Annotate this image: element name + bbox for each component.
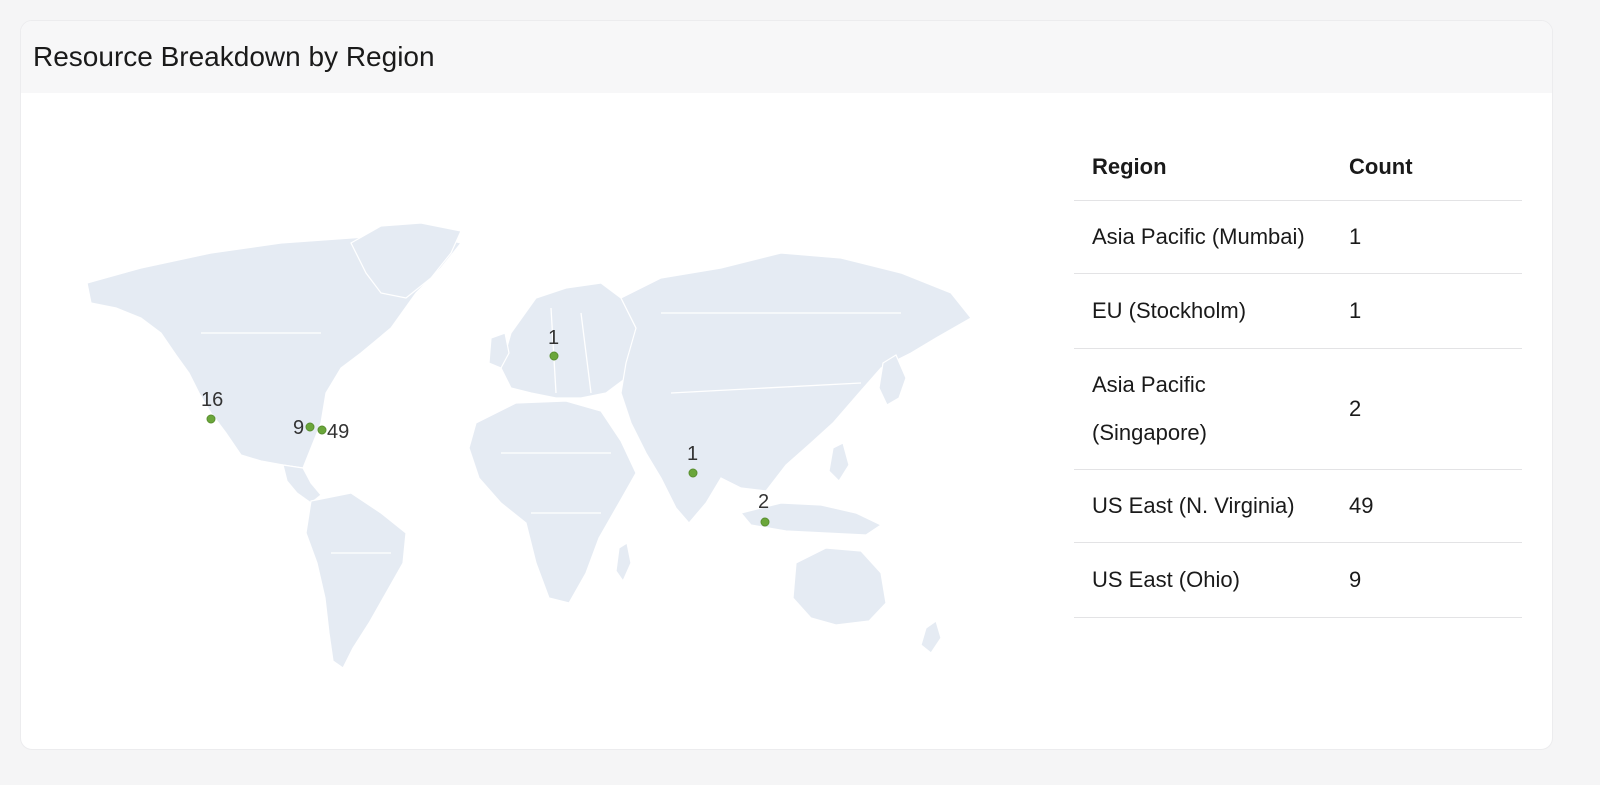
- land-philippines: [828, 442, 850, 482]
- land-australia: [792, 547, 887, 626]
- table-row: Asia Pacific (Singapore) 2: [1074, 348, 1522, 470]
- map-marker-ap-mumbai[interactable]: 1: [687, 443, 698, 478]
- land-central-america: [282, 464, 322, 504]
- count-cell: 1: [1331, 200, 1522, 274]
- table-header-row: Region Count: [1074, 133, 1522, 201]
- land-africa: [468, 400, 637, 604]
- land-asia: [620, 252, 972, 524]
- world-map-svg[interactable]: 16 9 49 1 1 2: [21, 93, 1021, 733]
- region-cell: Asia Pacific (Mumbai): [1074, 200, 1331, 274]
- resource-breakdown-card: Resource Breakdown by Region 16 9 49 1 1…: [20, 20, 1553, 750]
- region-cell: US East (Ohio): [1074, 542, 1331, 618]
- region-table: Region Count Asia Pacific (Mumbai) 1 EU …: [1074, 133, 1522, 618]
- marker-label: 16: [201, 389, 223, 411]
- marker-dot[interactable]: [688, 468, 698, 478]
- land-madagascar: [615, 542, 632, 583]
- marker-dot[interactable]: [305, 422, 315, 432]
- map-marker-eu-stockholm[interactable]: 1: [548, 327, 559, 361]
- world-map[interactable]: 16 9 49 1 1 2: [21, 93, 1021, 733]
- marker-label: 9: [293, 417, 304, 439]
- marker-label: 1: [548, 327, 559, 349]
- marker-dot[interactable]: [206, 414, 216, 424]
- marker-dot[interactable]: [549, 351, 559, 361]
- land-new-zealand: [920, 620, 942, 654]
- table-row: US East (N. Virginia) 49: [1074, 469, 1522, 543]
- marker-label: 1: [687, 443, 698, 465]
- region-cell: Asia Pacific (Singapore): [1074, 348, 1331, 470]
- marker-dot[interactable]: [317, 425, 327, 435]
- region-table-container: Region Count Asia Pacific (Mumbai) 1 EU …: [1074, 133, 1522, 618]
- marker-label: 49: [327, 421, 349, 443]
- column-header-count[interactable]: Count: [1331, 133, 1522, 201]
- marker-label: 2: [758, 491, 769, 513]
- card-title: Resource Breakdown by Region: [33, 41, 435, 72]
- region-cell: US East (N. Virginia): [1074, 469, 1331, 543]
- map-marker-us-east-virginia[interactable]: 49: [317, 421, 349, 443]
- count-cell: 2: [1331, 348, 1522, 470]
- region-cell: EU (Stockholm): [1074, 273, 1331, 349]
- count-cell: 1: [1331, 273, 1522, 349]
- table-row: US East (Ohio) 9: [1074, 542, 1522, 618]
- land-japan: [878, 354, 907, 406]
- card-header: Resource Breakdown by Region: [21, 21, 1552, 93]
- table-row: Asia Pacific (Mumbai) 1: [1074, 200, 1522, 274]
- marker-dot[interactable]: [760, 517, 770, 527]
- table-row: EU (Stockholm) 1: [1074, 273, 1522, 349]
- count-cell: 49: [1331, 469, 1522, 543]
- land-europe: [500, 282, 642, 399]
- count-cell: 9: [1331, 542, 1522, 618]
- land-south-america: [305, 492, 407, 669]
- column-header-region[interactable]: Region: [1074, 133, 1331, 201]
